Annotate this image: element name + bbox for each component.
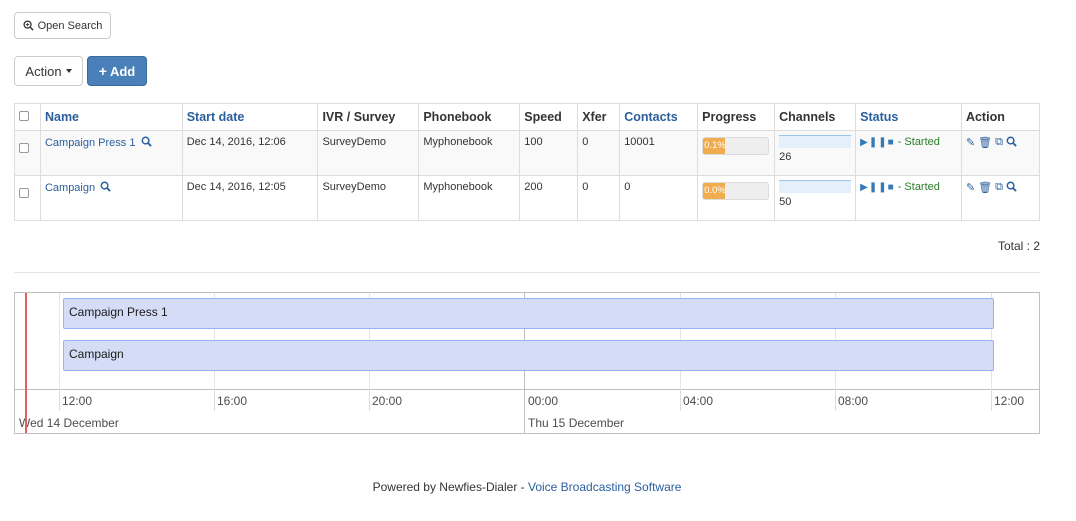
action-dropdown-button[interactable]: Action: [14, 56, 83, 86]
contacts-cell: 0: [619, 175, 699, 221]
time-label: 20:00: [372, 394, 403, 408]
time-label: 04:00: [683, 394, 714, 408]
row-checkbox[interactable]: [19, 188, 29, 198]
time-label: 00:00: [528, 394, 559, 408]
time-label: 08:00: [838, 394, 869, 408]
divider: [14, 272, 1040, 273]
status-label: - Started: [897, 181, 940, 193]
date-label: Wed 14 December: [19, 416, 119, 430]
footer: Powered by Newfies-Dialer - Voice Broadc…: [0, 480, 1054, 494]
xfer-cell: 0: [577, 175, 621, 221]
axis-tick: [214, 389, 215, 411]
ivr-cell: SurveyDemo: [317, 175, 420, 221]
grid-line: [59, 293, 60, 389]
open-search-button[interactable]: Open Search: [14, 12, 111, 39]
campaign-name-link[interactable]: Campaign: [45, 182, 95, 194]
search-icon[interactable]: [1006, 136, 1017, 149]
ivr-cell: SurveyDemo: [317, 130, 420, 176]
header-action: Action: [960, 103, 1041, 131]
time-label: 16:00: [217, 394, 248, 408]
channels-value: 26: [779, 151, 792, 163]
table-header-row: Name Start date IVR / Survey Phonebook S…: [14, 103, 1041, 131]
play-icon[interactable]: ▶: [860, 182, 869, 193]
status-label: - Started: [897, 136, 940, 148]
progress-label: 0.1%: [703, 138, 726, 154]
header-ivr-survey: IVR / Survey: [317, 103, 420, 131]
edit-icon[interactable]: ✎: [966, 181, 976, 194]
progress-bar: 0.1%: [702, 137, 770, 155]
stop-icon[interactable]: ■: [888, 137, 895, 148]
time-label: 12:00: [62, 394, 93, 408]
speed-cell: 200: [519, 175, 579, 221]
current-time-marker: [25, 293, 27, 433]
duplicate-icon[interactable]: ⧉: [995, 181, 1004, 194]
header-channels: Channels: [774, 103, 857, 131]
footer-text: Powered by Newfies-Dialer -: [372, 480, 528, 494]
timeline-item[interactable]: Campaign Press 1: [63, 298, 994, 329]
pause-icon[interactable]: ❚❚: [869, 182, 888, 193]
add-campaign-button[interactable]: + Add: [87, 56, 147, 86]
search-icon[interactable]: [141, 136, 152, 147]
axis-tick: [680, 389, 681, 411]
campaign-timeline[interactable]: Campaign Press 1 Campaign 12:00 16:00 20…: [14, 292, 1040, 434]
progress-label: 0.0%: [703, 183, 726, 199]
contacts-cell: 10001: [619, 130, 699, 176]
header-start-date[interactable]: Start date: [181, 103, 319, 131]
action-label: Action: [25, 63, 62, 79]
progress-bar: 0.0%: [702, 182, 770, 200]
speed-cell: 100: [519, 130, 579, 176]
table-row: Campaign Dec 14, 2016, 12:05 SurveyDemo …: [14, 175, 1041, 221]
play-icon[interactable]: ▶: [860, 137, 869, 148]
open-search-label: Open Search: [37, 19, 103, 32]
channels-sparkline: [779, 135, 852, 148]
search-icon[interactable]: [1006, 181, 1017, 194]
start-date-cell: Dec 14, 2016, 12:06: [181, 130, 319, 176]
axis-tick: [59, 389, 60, 411]
delete-icon[interactable]: 🗑: [978, 181, 993, 194]
edit-icon[interactable]: ✎: [966, 136, 976, 149]
campaign-name-link[interactable]: Campaign Press 1: [45, 137, 136, 149]
select-all-checkbox[interactable]: [19, 111, 29, 121]
timeline-axis: [15, 389, 1039, 390]
pause-icon[interactable]: ❚❚: [869, 137, 888, 148]
table-row: Campaign Press 1 Dec 14, 2016, 12:06 Sur…: [14, 130, 1041, 176]
footer-link[interactable]: Voice Broadcasting Software: [528, 480, 681, 494]
xfer-cell: 0: [577, 130, 621, 176]
duplicate-icon[interactable]: ⧉: [995, 136, 1004, 149]
timeline-item[interactable]: Campaign: [63, 340, 994, 371]
time-label: 12:00: [994, 394, 1025, 408]
date-label: Thu 15 December: [528, 416, 625, 430]
search-icon[interactable]: [100, 181, 111, 192]
header-speed: Speed: [519, 103, 579, 131]
campaign-table: Name Start date IVR / Survey Phonebook S…: [14, 103, 1041, 221]
channels-value: 50: [779, 196, 792, 208]
header-xfer: Xfer: [577, 103, 621, 131]
delete-icon[interactable]: 🗑: [978, 136, 993, 149]
header-contacts[interactable]: Contacts: [619, 103, 699, 131]
row-checkbox[interactable]: [19, 143, 29, 153]
axis-tick: [835, 389, 836, 411]
header-phonebook: Phonebook: [418, 103, 521, 131]
add-label: Add: [109, 63, 136, 79]
start-date-cell: Dec 14, 2016, 12:05: [181, 175, 319, 221]
phonebook-cell: Myphonebook: [418, 175, 521, 221]
axis-tick: [369, 389, 370, 411]
plus-icon: +: [98, 63, 107, 79]
header-progress: Progress: [697, 103, 776, 131]
phonebook-cell: Myphonebook: [418, 130, 521, 176]
header-name[interactable]: Name: [39, 103, 183, 131]
zoom-in-icon: [23, 20, 34, 31]
channels-sparkline: [779, 180, 852, 193]
header-status[interactable]: Status: [855, 103, 962, 131]
stop-icon[interactable]: ■: [888, 182, 895, 193]
total-count: Total : 2: [997, 239, 1040, 253]
axis-tick: [991, 389, 992, 411]
caret-down-icon: [65, 69, 72, 73]
